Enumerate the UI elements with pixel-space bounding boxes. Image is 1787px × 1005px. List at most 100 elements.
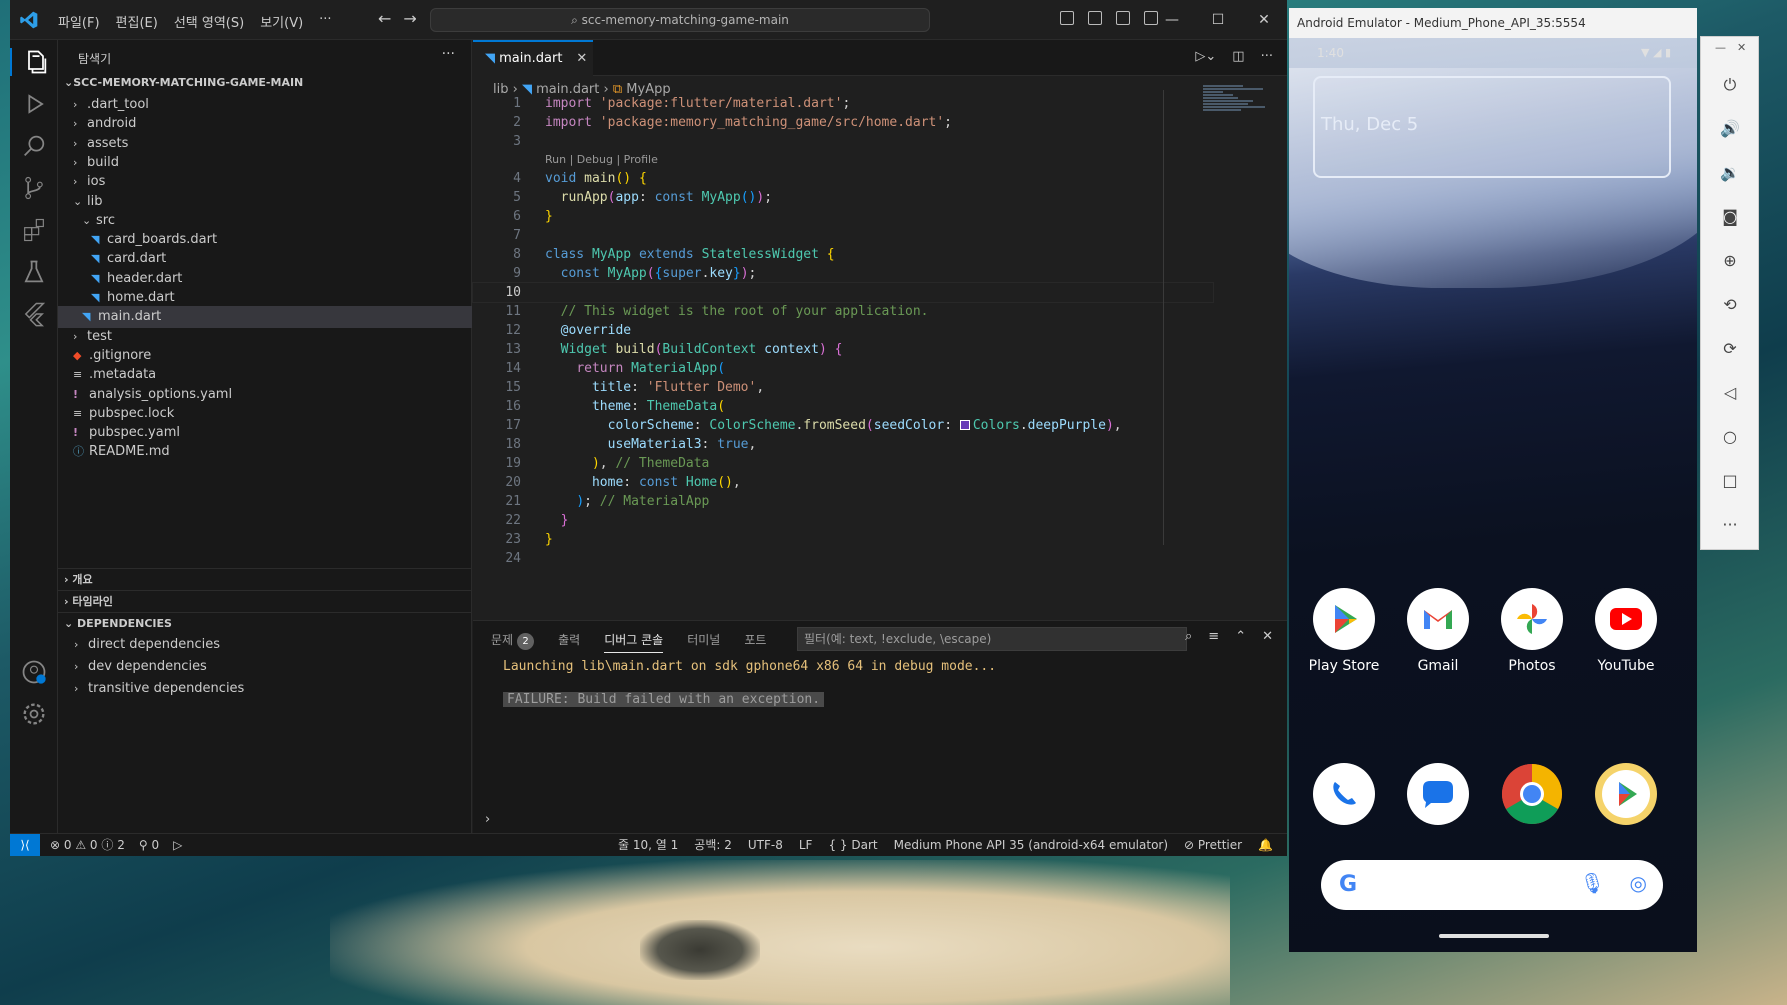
run-debug-icon[interactable] xyxy=(20,90,48,118)
color-swatch[interactable] xyxy=(959,420,970,430)
tab-problems-label: 문제 xyxy=(491,633,514,647)
menu-more[interactable]: ··· xyxy=(311,10,339,33)
menu-selection[interactable]: 선택 영역(S) xyxy=(166,10,252,33)
tab-terminal[interactable]: 터미널 xyxy=(687,631,720,653)
status-encoding[interactable]: UTF-8 xyxy=(748,834,783,856)
app-chrome[interactable] xyxy=(1492,763,1572,825)
home-icon[interactable]: ○ xyxy=(1718,425,1742,449)
toggle-panel-icon[interactable] xyxy=(1088,11,1102,25)
app-youtube[interactable]: YouTube xyxy=(1586,588,1666,674)
toggle-sidebar-icon[interactable] xyxy=(1060,11,1074,25)
app-play-store[interactable]: Play Store xyxy=(1304,588,1384,674)
phone-screen[interactable]: 1:40 ▼ ◢ ▮ Thu, Dec 5 Play Store Gmail P… xyxy=(1289,38,1697,952)
menu-file[interactable]: 파일(F) xyxy=(50,10,108,33)
project-folder-header[interactable]: ⌄SCC-MEMORY-MATCHING-GAME-MAIN xyxy=(64,76,303,89)
rotate-left-icon[interactable]: ⟲ xyxy=(1718,293,1742,317)
status-language[interactable]: { } Dart xyxy=(828,834,877,856)
search-icon[interactable]: ⌕ xyxy=(1185,629,1192,644)
more-actions-icon[interactable]: ··· xyxy=(1261,49,1273,64)
source-control-icon[interactable] xyxy=(20,174,48,202)
status-right: 줄 10, 열 1 공백: 2 UTF-8 LF { } Dart Medium… xyxy=(618,834,1273,856)
search-icon[interactable] xyxy=(20,132,48,160)
volume-up-icon[interactable]: 🔊 xyxy=(1718,117,1742,141)
flutter-icon[interactable] xyxy=(20,300,48,328)
more-options-icon[interactable]: ··· xyxy=(1718,513,1742,537)
codelens-run-debug[interactable]: Run | Debug | Profile xyxy=(473,151,1213,169)
title-bar: 파일(F) 편집(E) 선택 영역(S) 보기(V) ··· ← → ⌕ scc… xyxy=(10,0,1287,40)
console-prompt-chevron-icon[interactable]: › xyxy=(485,812,490,827)
tab-output[interactable]: 출력 xyxy=(558,631,580,653)
close-tab-icon[interactable]: ✕ xyxy=(576,51,587,66)
code-line: 20 home: const Home(), xyxy=(505,475,741,490)
lens-icon[interactable]: ◎ xyxy=(1630,871,1647,895)
camera-icon[interactable]: ◙ xyxy=(1718,205,1742,229)
code-editor[interactable]: 1 import 'package:flutter/material.dart';… xyxy=(472,94,1214,568)
menu-edit[interactable]: 편집(E) xyxy=(108,10,166,33)
google-search-bar[interactable]: G 🎙 ◎ xyxy=(1321,860,1663,910)
tab-problems[interactable]: 문제 2 xyxy=(491,631,535,653)
clear-console-icon[interactable]: ≡ xyxy=(1208,629,1219,644)
dep-dev[interactable]: › dev dependencies xyxy=(58,656,472,678)
tree-item-readme-md[interactable]: ⓘ README.md xyxy=(58,441,472,463)
settings-gear-icon[interactable] xyxy=(20,700,48,728)
microphone-icon[interactable]: 🎙 xyxy=(1580,871,1605,895)
minimize-icon[interactable]: — xyxy=(1149,0,1195,40)
dep-direct[interactable]: › direct dependencies xyxy=(58,634,472,656)
minimap[interactable] xyxy=(1203,84,1275,144)
date-widget[interactable]: Thu, Dec 5 xyxy=(1313,76,1671,178)
status-position[interactable]: 줄 10, 열 1 xyxy=(618,834,678,856)
forward-arrow-icon[interactable]: → xyxy=(403,9,416,28)
toolbar-minimize-icon[interactable]: — xyxy=(1715,41,1726,54)
close-panel-icon[interactable]: ✕ xyxy=(1262,629,1273,644)
overview-icon[interactable]: □ xyxy=(1718,469,1742,493)
app-phone[interactable] xyxy=(1304,763,1384,825)
volume-down-icon[interactable]: 🔉 xyxy=(1718,161,1742,185)
app-label: YouTube xyxy=(1597,658,1655,674)
remote-indicator-icon[interactable]: ⟩⟨ xyxy=(10,834,40,856)
power-icon[interactable]: ⏻ xyxy=(1718,73,1742,97)
debug-icon[interactable]: ▷ xyxy=(173,834,182,856)
status-ports[interactable]: ⚲ 0 xyxy=(139,834,159,856)
dependencies-section[interactable]: ⌄ DEPENDENCIES xyxy=(58,612,472,634)
prettier-label: Prettier xyxy=(1197,838,1243,852)
status-problems[interactable]: ⊗ 0 ⚠ 0 ⓘ 2 xyxy=(50,834,125,856)
menu-view[interactable]: 보기(V) xyxy=(252,10,311,33)
testing-icon[interactable] xyxy=(20,258,48,286)
vscode-logo-icon xyxy=(20,11,38,29)
command-center[interactable]: ⌕ scc-memory-matching-game-main xyxy=(430,8,930,32)
tab-ports[interactable]: 포트 xyxy=(744,631,766,653)
rotate-right-icon[interactable]: ⟳ xyxy=(1718,337,1742,361)
explorer-more-icon[interactable]: ··· xyxy=(442,46,455,62)
maximize-icon[interactable]: ☐ xyxy=(1195,0,1241,40)
status-device[interactable]: Medium Phone API 35 (android-x64 emulato… xyxy=(894,834,1168,856)
status-prettier[interactable]: ⊘ Prettier xyxy=(1184,834,1242,856)
status-eol[interactable]: LF xyxy=(799,834,813,856)
back-arrow-icon[interactable]: ← xyxy=(378,9,391,28)
app-gmail[interactable]: Gmail xyxy=(1398,588,1478,674)
back-icon[interactable]: ◁ xyxy=(1718,381,1742,405)
toolbar-close-icon[interactable]: ✕ xyxy=(1737,41,1746,54)
run-debug-dropdown-icon[interactable]: ▷⌄ xyxy=(1195,49,1216,64)
close-icon[interactable]: ✕ xyxy=(1241,0,1287,40)
app-messages[interactable] xyxy=(1398,763,1478,825)
maximize-panel-icon[interactable]: ⌃ xyxy=(1235,629,1246,644)
toggle-secondary-sidebar-icon[interactable] xyxy=(1116,11,1130,25)
problems-badge: 2 xyxy=(517,633,535,650)
explorer-icon[interactable] xyxy=(10,48,48,76)
accounts-icon[interactable] xyxy=(20,658,48,686)
outline-section[interactable]: › 개요 xyxy=(58,568,472,590)
status-spaces[interactable]: 공백: 2 xyxy=(694,834,732,856)
gesture-nav-bar[interactable] xyxy=(1439,934,1549,938)
split-editor-icon[interactable]: ◫ xyxy=(1232,49,1244,64)
app-play-games[interactable] xyxy=(1586,763,1666,825)
extensions-icon[interactable] xyxy=(20,216,48,244)
tab-main-dart[interactable]: ◥ main.dart ✕ xyxy=(473,40,593,76)
widget-date: Thu, Dec 5 xyxy=(1321,114,1419,135)
notifications-bell-icon[interactable]: 🔔 xyxy=(1258,834,1273,856)
dep-transitive[interactable]: › transitive dependencies xyxy=(58,678,472,700)
console-filter-input[interactable]: 필터(예: text, !exclude, \escape) xyxy=(797,627,1187,651)
zoom-icon[interactable]: ⊕ xyxy=(1718,249,1742,273)
app-photos[interactable]: Photos xyxy=(1492,588,1572,674)
timeline-section[interactable]: › 타임라인 xyxy=(58,590,472,612)
tab-debug-console[interactable]: 디버그 콘솔 xyxy=(604,631,664,653)
